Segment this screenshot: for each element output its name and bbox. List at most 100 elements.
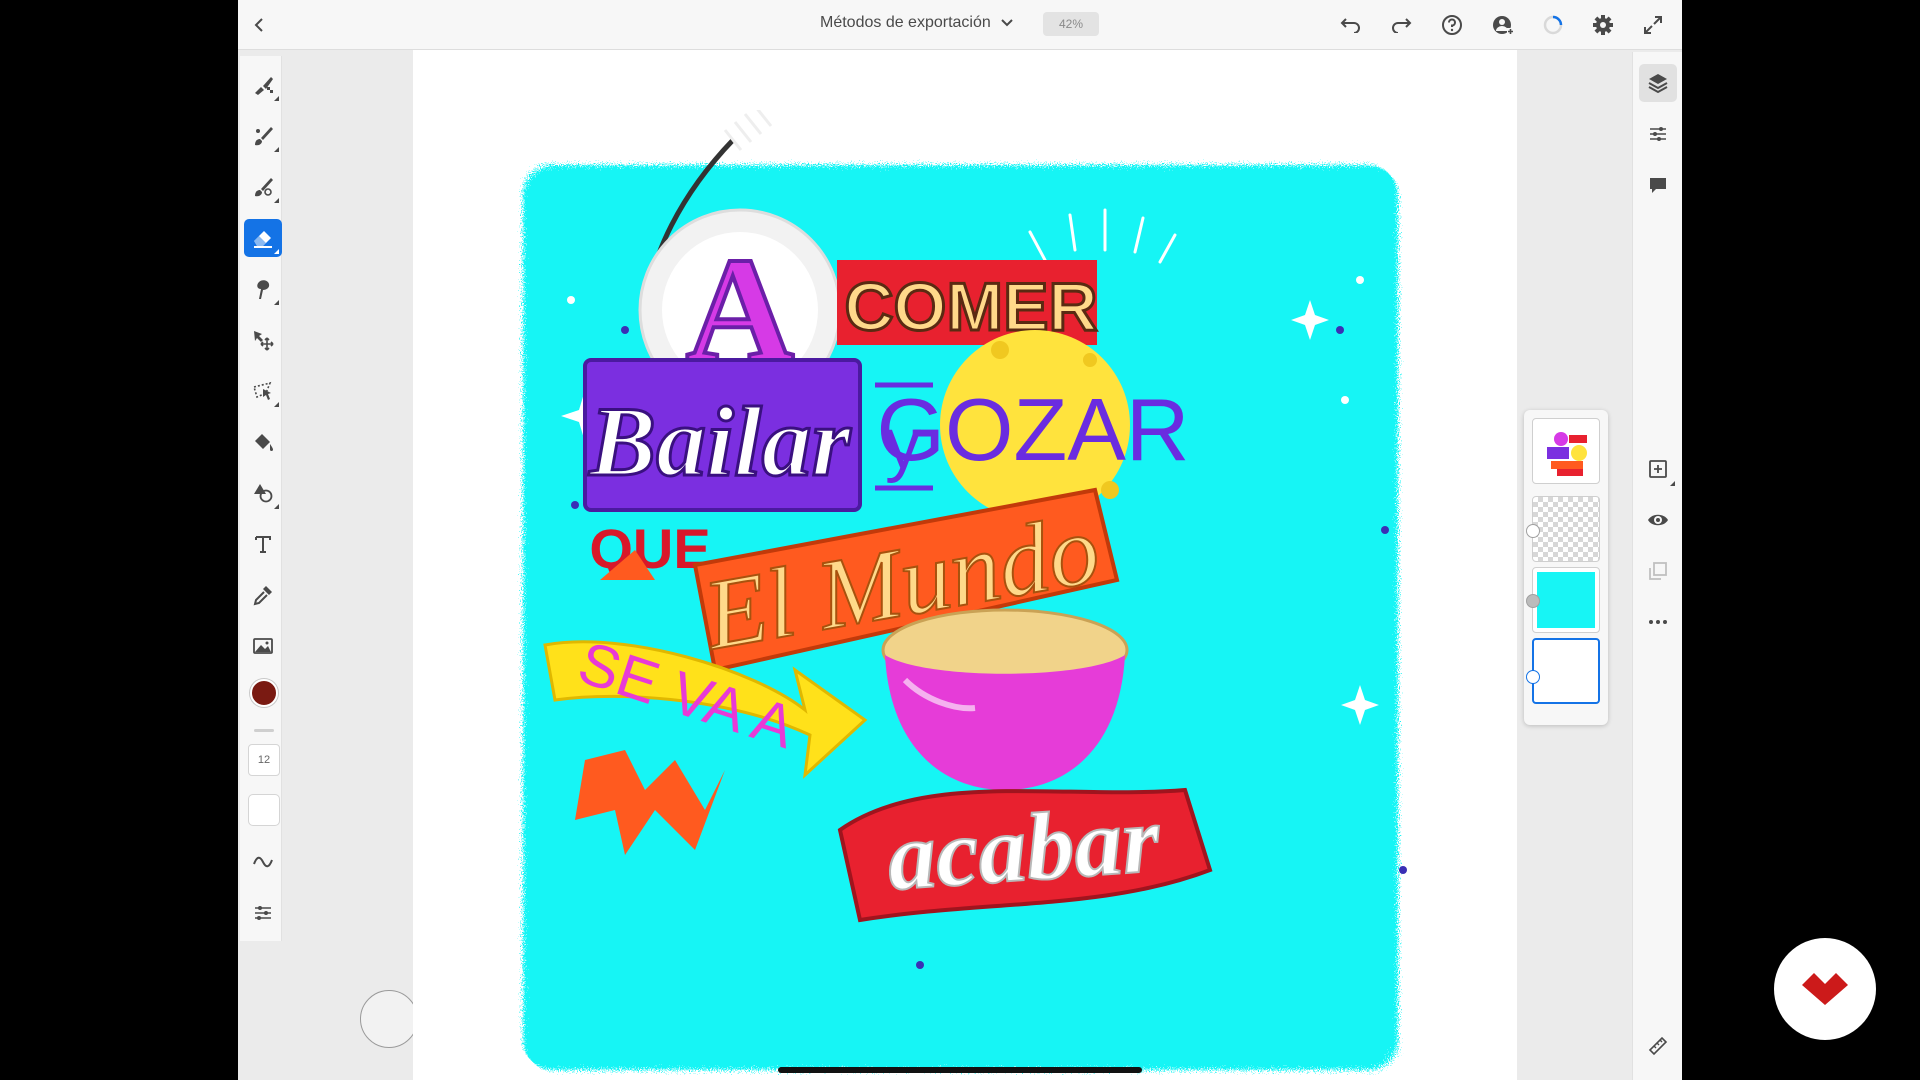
layer-lock-badge (1526, 594, 1540, 608)
layers-button[interactable] (1639, 64, 1677, 102)
move-icon (254, 331, 274, 351)
brush-size[interactable]: 12 (248, 744, 280, 776)
layer-thumbnail-white[interactable] (1532, 638, 1600, 704)
que-word: QUE (589, 517, 710, 580)
live-brush-icon (255, 127, 273, 146)
zoom-level[interactable]: 42% (1043, 12, 1099, 36)
user-add-icon (1493, 16, 1514, 35)
redo-button[interactable] (1388, 12, 1414, 38)
pixel-brush-tool[interactable] (244, 66, 282, 104)
add-layer-icon (1649, 460, 1667, 478)
submenu-indicator (274, 147, 279, 152)
ruler-button[interactable] (1639, 1027, 1677, 1065)
submenu-indicator (274, 402, 279, 407)
ruler-icon (1648, 1036, 1668, 1056)
sync-progress-icon (1543, 15, 1563, 35)
merge-layer-button[interactable] (1639, 552, 1677, 590)
eraser-icon (254, 231, 272, 248)
submenu-indicator (274, 504, 279, 509)
fill-tool[interactable] (244, 423, 282, 461)
add-layer-button[interactable] (1639, 450, 1677, 488)
transform-tool[interactable] (244, 321, 282, 359)
toolbar-divider (254, 729, 274, 732)
expand-icon (1644, 16, 1662, 34)
invite-button[interactable] (1490, 12, 1516, 38)
selection-tool[interactable] (244, 372, 282, 410)
logo-mark-icon (1802, 973, 1848, 1005)
smudge-tool[interactable] (244, 270, 282, 308)
lasso-select-icon (252, 381, 272, 400)
submenu-indicator (274, 198, 279, 203)
eyedropper-icon (253, 586, 272, 606)
eye-icon (1648, 514, 1668, 526)
more-options-button[interactable] (1639, 603, 1677, 641)
undo-button[interactable] (1338, 12, 1364, 38)
submenu-indicator (1670, 481, 1675, 486)
artwork: A COMER Bailar y GOZAR QUE El Mundo SE V… (523, 110, 1407, 1070)
more-icon (1649, 620, 1667, 624)
top-bar: Métodos de exportación 42% (238, 0, 1682, 50)
brush-flow-tool[interactable] (244, 843, 282, 881)
settings-button[interactable] (1590, 12, 1616, 38)
vector-brush-tool[interactable] (244, 168, 282, 206)
comments-button[interactable] (1639, 166, 1677, 204)
ipad-screen: Métodos de exportación 42% 12 A COMER Ba… (238, 0, 1682, 1080)
tool-settings[interactable] (244, 894, 282, 932)
left-toolbar: 12 (240, 56, 282, 941)
eraser-tool[interactable] (244, 219, 282, 257)
smudge-icon (257, 280, 270, 299)
shapes-icon (254, 484, 273, 503)
sliders-icon (255, 906, 271, 920)
text-icon (255, 536, 271, 553)
undo-icon (1340, 18, 1360, 33)
right-toolbar (1632, 52, 1682, 1080)
layers-panel (1524, 410, 1608, 725)
shapes-tool[interactable] (244, 474, 282, 512)
redo-icon (1392, 18, 1412, 33)
touch-shortcut-button[interactable] (360, 990, 418, 1048)
gear-icon (1593, 15, 1613, 35)
type-tool[interactable] (244, 525, 282, 563)
layer-thumbnail-transparent[interactable] (1532, 496, 1600, 562)
home-indicator (778, 1067, 1142, 1073)
properties-sliders-icon (1650, 127, 1666, 141)
layer-preview (1541, 425, 1593, 479)
color-picker[interactable] (250, 679, 278, 707)
brush-opacity[interactable] (248, 794, 280, 826)
layer-image-badge (1526, 670, 1540, 684)
eyedropper-tool[interactable] (244, 576, 282, 614)
submenu-indicator (274, 300, 279, 305)
layer-preview (1537, 572, 1595, 628)
brand-logo (1774, 938, 1876, 1040)
canvas[interactable]: A COMER Bailar y GOZAR QUE El Mundo SE V… (413, 50, 1517, 1080)
wave-icon (253, 856, 273, 868)
help-button[interactable] (1439, 12, 1465, 38)
layer-thumbnail-cyan[interactable] (1532, 567, 1600, 633)
merge-icon (1649, 562, 1667, 580)
paint-bucket-icon (255, 434, 273, 451)
svg-text:acabar: acabar (884, 785, 1164, 911)
submenu-indicator (274, 96, 279, 101)
pixel-brush-icon (255, 77, 273, 95)
layer-thumbnail-group[interactable] (1532, 418, 1600, 484)
svg-text:Bailar: Bailar (588, 386, 851, 497)
back-button[interactable] (246, 12, 272, 38)
document-title: Métodos de exportación (820, 14, 991, 31)
comment-icon (1650, 178, 1666, 193)
layers-icon (1648, 74, 1668, 94)
layer-mask-badge (1526, 524, 1540, 538)
visibility-button[interactable] (1639, 501, 1677, 539)
chevron-left-icon (254, 18, 263, 32)
bailar-box: Bailar (583, 358, 862, 512)
sync-status-button[interactable] (1540, 12, 1566, 38)
image-icon (253, 638, 273, 654)
fullscreen-button[interactable] (1640, 12, 1666, 38)
help-icon (1442, 15, 1462, 35)
document-title-menu[interactable]: Métodos de exportación (820, 14, 1013, 32)
place-image-tool[interactable] (244, 627, 282, 665)
live-brush-tool[interactable] (244, 117, 282, 155)
svg-text:GOZAR: GOZAR (877, 380, 1190, 479)
layer-properties-button[interactable] (1639, 115, 1677, 153)
chevron-down-icon (1001, 17, 1013, 29)
submenu-indicator (274, 249, 279, 254)
